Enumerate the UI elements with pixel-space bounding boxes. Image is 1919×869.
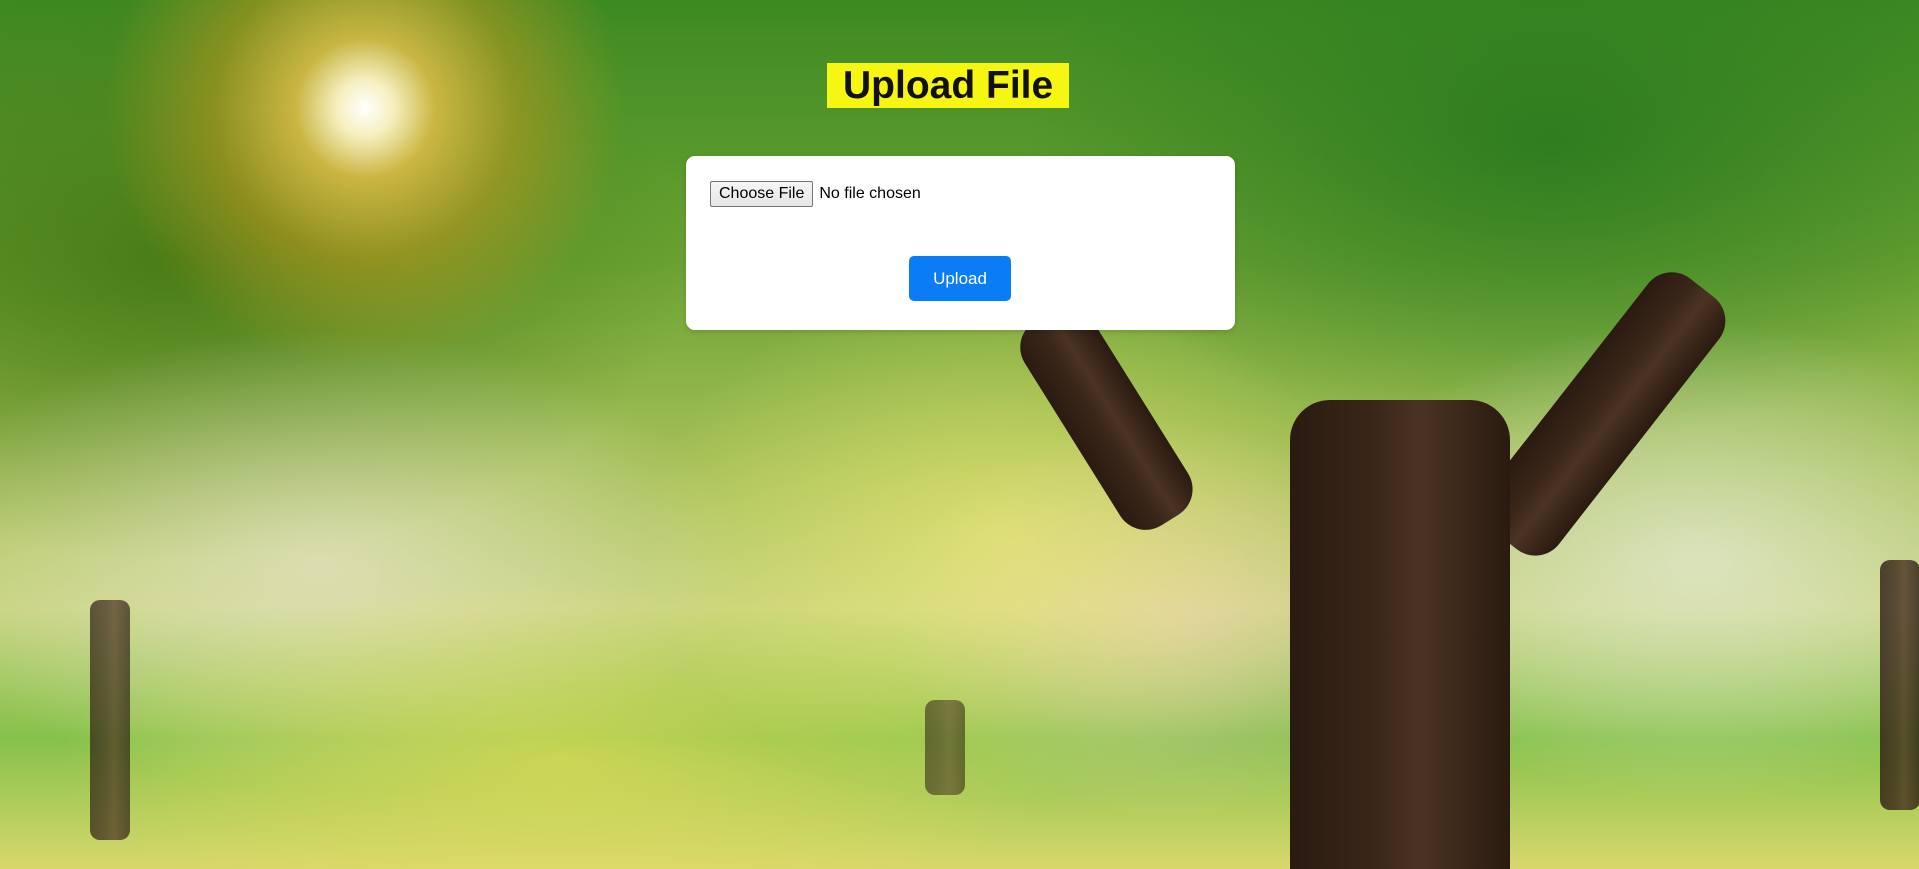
file-input[interactable]: Choose File No file chosen: [710, 181, 921, 207]
background-tree-trunk: [1880, 560, 1919, 810]
upload-button[interactable]: Upload: [909, 256, 1011, 301]
tree-branch: [1008, 295, 1204, 542]
page-background: Upload File Choose File No file chosen U…: [0, 0, 1919, 869]
page-title: Upload File: [827, 63, 1070, 108]
choose-file-button[interactable]: Choose File: [710, 181, 814, 207]
background-tree-trunk: [925, 700, 965, 795]
upload-form-card: Choose File No file chosen Upload: [686, 156, 1235, 330]
file-status-text: No file chosen: [819, 185, 921, 202]
tree-trunk: [1290, 400, 1510, 869]
background-tree-trunk: [90, 600, 130, 840]
